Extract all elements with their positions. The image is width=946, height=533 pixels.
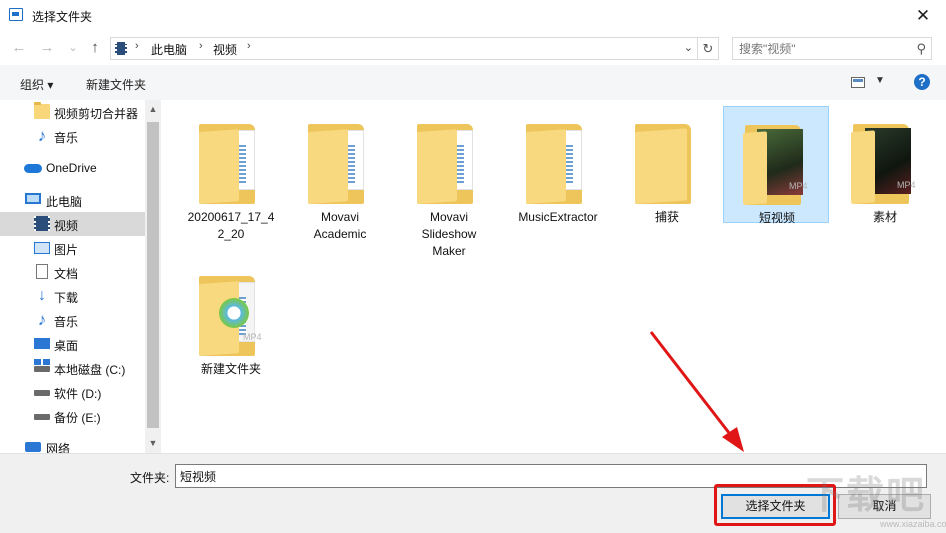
watermark: 下载吧 <box>806 475 927 517</box>
watermark-url: www.xiazaiba.com <box>880 519 946 529</box>
folder-field-label: 文件夹: <box>130 471 170 485</box>
